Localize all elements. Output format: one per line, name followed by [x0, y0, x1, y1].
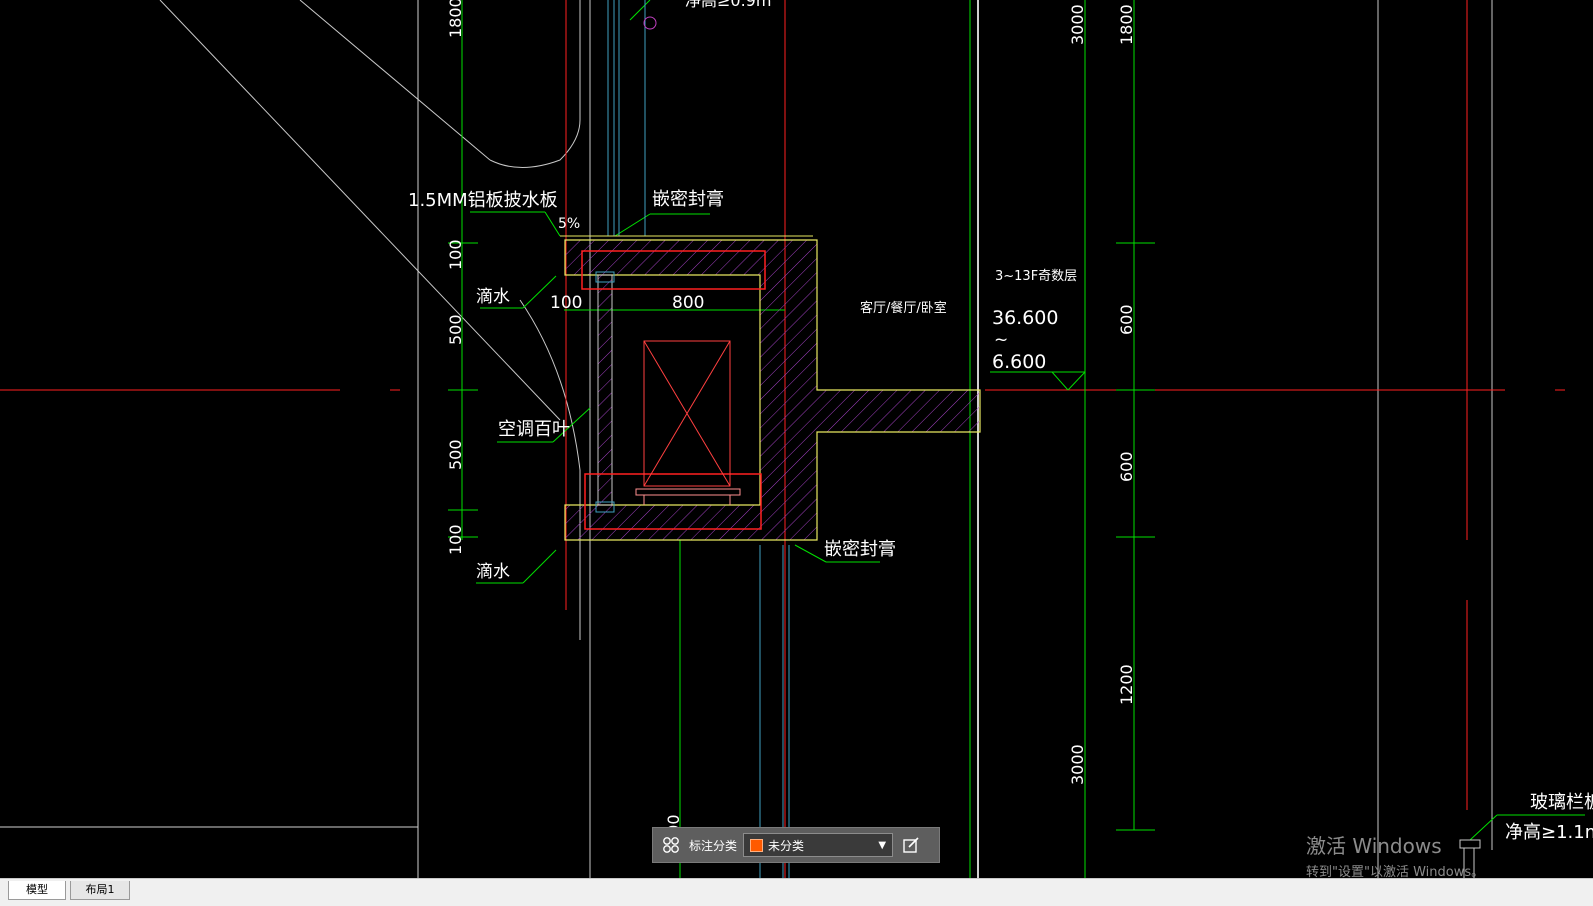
- glass-rail-label: 玻璃栏板: [1530, 792, 1593, 813]
- room-label: 客厅/餐厅/卧室: [860, 300, 947, 316]
- elevation-tilde: ~: [994, 330, 1008, 350]
- drip-top-label: 滴水: [476, 287, 510, 307]
- dim-left-1800: 1800: [446, 0, 465, 38]
- dim-right-1200: 1200: [1117, 664, 1136, 705]
- dim-right-1800: 1800: [1117, 4, 1136, 45]
- background-lines: [0, 0, 1493, 878]
- dim-right-3000a: 3000: [1068, 4, 1087, 45]
- flashing-label: 1.5MM铝板披水板: [408, 190, 558, 211]
- annotation-category-select[interactable]: 未分类 ▼: [743, 833, 894, 857]
- sealant-top-label: 嵌密封膏: [652, 188, 724, 210]
- edit-icon[interactable]: [899, 833, 923, 857]
- floors-label: 3~13F奇数层: [995, 268, 1077, 284]
- dim-left-100b: 100: [446, 524, 465, 555]
- elevation-bottom: 6.600: [992, 351, 1046, 373]
- tab-layout1[interactable]: 布局1: [70, 881, 130, 900]
- pipe-marker: [643, 16, 657, 30]
- grid-apps-icon[interactable]: [659, 833, 683, 857]
- dim-left-100a: 100: [446, 239, 465, 270]
- annotations: 净高≥0.9m 1.5MM铝板披水板 5% 嵌密封膏 滴水 空调百叶 滴水 嵌密…: [408, 0, 1593, 843]
- layout-tab-bar: 模型 布局1: [0, 878, 1593, 906]
- dim-left-500b: 500: [446, 439, 465, 470]
- tab-model[interactable]: 模型: [8, 881, 66, 900]
- annotation-category-label: 标注分类: [689, 838, 738, 853]
- category-selected-value: 未分类: [768, 838, 805, 853]
- inner-dim-800: 800: [672, 293, 704, 313]
- sealant-bottom-label: 嵌密封膏: [824, 538, 896, 560]
- railing-detail: [1459, 839, 1481, 878]
- dim-right-3000b: 3000: [1068, 744, 1087, 785]
- chevron-down-icon: ▼: [878, 839, 887, 851]
- top-cut-note: 净高≥0.9m: [685, 0, 771, 10]
- louver-label: 空调百叶: [498, 419, 570, 440]
- clear-height-label: 净高≥1.1m: [1505, 822, 1593, 843]
- elevation-top: 36.600: [992, 307, 1058, 329]
- wall-section: [560, 235, 981, 541]
- dim-right-600a: 600: [1117, 304, 1136, 335]
- dim-right-600b: 600: [1117, 451, 1136, 482]
- dim-left-500a: 500: [446, 314, 465, 345]
- annotation-toolbar: 标注分类 未分类 ▼: [652, 827, 940, 863]
- slope-label: 5%: [558, 216, 580, 232]
- inner-dim-100: 100: [550, 293, 582, 313]
- drip-bottom-label: 滴水: [476, 562, 510, 582]
- cad-drawing-canvas[interactable]: 净高≥0.9m 1.5MM铝板披水板 5% 嵌密封膏 滴水 空调百叶 滴水 嵌密…: [0, 0, 1593, 878]
- category-color-swatch: [750, 838, 764, 852]
